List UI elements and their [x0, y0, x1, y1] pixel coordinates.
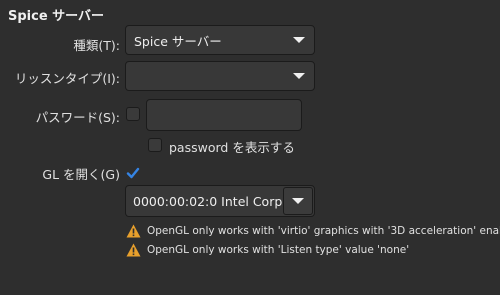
listen-type-label: リッスンタイプ(I):	[14, 71, 120, 86]
warning-icon	[126, 224, 141, 238]
check-icon	[126, 167, 140, 179]
gl-device-combo[interactable]: 0000:00:02:0 Intel Corp	[125, 185, 315, 217]
type-combo-dropdown-button[interactable]	[284, 26, 314, 54]
password-enable-checkbox[interactable]	[126, 107, 140, 121]
type-combo[interactable]: Spice サーバー	[125, 25, 315, 55]
warning-row-virtio: OpenGL only works with 'virtio' graphics…	[126, 224, 500, 238]
gl-device-dropdown-button[interactable]	[283, 187, 313, 215]
warning-row-listen: OpenGL only works with 'Listen type' val…	[126, 243, 409, 257]
warning-text: OpenGL only works with 'Listen type' val…	[147, 244, 410, 256]
password-label: パスワード(S):	[35, 110, 120, 125]
gl-label: GL を開く(G)	[42, 167, 120, 182]
section-title: Spice サーバー	[8, 9, 105, 24]
listen-type-combo-value	[126, 62, 284, 90]
chevron-down-icon	[293, 73, 305, 79]
warning-text: OpenGL only works with 'virtio' graphics…	[147, 225, 500, 237]
password-field[interactable]	[146, 99, 302, 131]
chevron-down-icon	[292, 198, 304, 204]
gl-device-combo-value: 0000:00:02:0 Intel Corp	[133, 193, 282, 209]
chevron-down-icon	[293, 37, 305, 43]
listen-type-combo[interactable]	[125, 61, 315, 91]
gl-enable-checkbox[interactable]	[126, 165, 140, 179]
listen-type-combo-dropdown-button[interactable]	[284, 62, 314, 90]
type-label: 種類(T):	[73, 38, 120, 53]
show-password-checkbox[interactable]	[148, 138, 162, 152]
type-combo-value: Spice サーバー	[134, 33, 222, 49]
show-password-label: password を表示する	[169, 140, 295, 155]
warning-icon	[126, 243, 141, 257]
